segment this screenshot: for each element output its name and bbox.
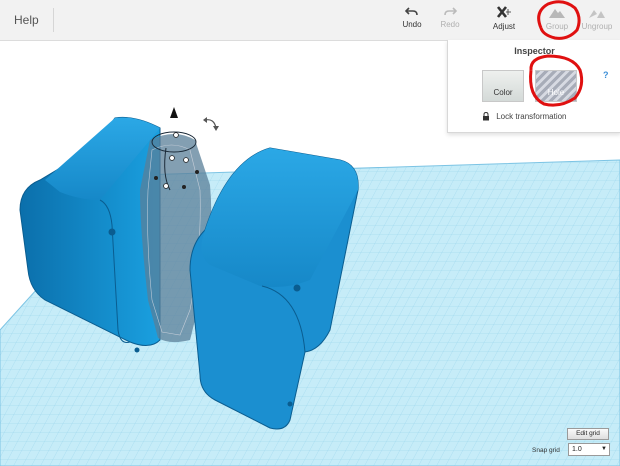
group-label: Group	[545, 22, 569, 31]
redo-button[interactable]: Redo	[430, 6, 470, 29]
color-label: Color	[493, 88, 513, 97]
adjust-label: Adjust	[492, 22, 516, 31]
ungroup-button[interactable]: Ungroup	[577, 6, 617, 31]
snap-grid-label: Snap grid	[532, 447, 560, 454]
ungroup-icon	[589, 10, 605, 18]
adjust-icon	[496, 6, 511, 18]
group-button[interactable]: Group	[537, 6, 577, 31]
snap-grid-select[interactable]: 1.0 ▼	[568, 443, 610, 456]
redo-icon	[444, 7, 457, 16]
lock-icon	[483, 112, 489, 121]
undo-label: Undo	[402, 20, 422, 29]
inspector-panel: Inspector Color Hole ? Lock transformati…	[447, 40, 620, 133]
edit-grid-button[interactable]: Edit grid	[567, 428, 609, 440]
rotate-arrow-handle[interactable]	[203, 117, 219, 131]
redo-label: Redo	[440, 20, 460, 29]
group-icon	[549, 9, 565, 18]
top-toolbar: Help Undo Redo Adjust Group Ungroup	[0, 0, 620, 41]
chevron-down-icon: ▼	[601, 446, 607, 452]
lift-arrow-handle[interactable]	[170, 107, 178, 118]
hole-swatch-button[interactable]: Hole	[535, 70, 577, 102]
help-menu[interactable]: Help	[0, 8, 54, 32]
inspector-help-link[interactable]: ?	[603, 70, 609, 80]
snap-grid-value: 1.0	[572, 446, 582, 453]
hole-label: Hole	[547, 88, 565, 97]
lock-transformation-toggle[interactable]: Lock transformation	[482, 112, 567, 121]
undo-button[interactable]: Undo	[392, 6, 432, 29]
undo-icon	[405, 7, 418, 16]
inspector-title: Inspector	[514, 46, 555, 56]
ungroup-label: Ungroup	[581, 22, 613, 31]
lock-label: Lock transformation	[496, 112, 567, 121]
color-swatch-button[interactable]: Color	[482, 70, 524, 102]
adjust-button[interactable]: Adjust	[484, 6, 524, 31]
